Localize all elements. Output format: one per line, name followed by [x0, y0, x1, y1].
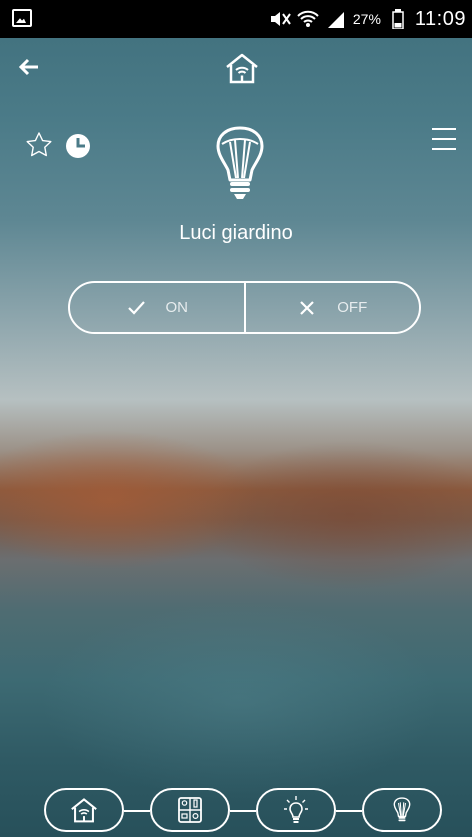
- wifi-icon: [297, 9, 319, 29]
- mute-icon: [269, 9, 291, 29]
- nav-devices-button[interactable]: [150, 788, 230, 832]
- home-button[interactable]: [222, 48, 262, 88]
- background-blur: [40, 600, 440, 800]
- nav-home-button[interactable]: [44, 788, 124, 832]
- off-button[interactable]: OFF: [246, 283, 420, 332]
- nav-connector: [124, 810, 150, 812]
- status-time: 11:09: [414, 7, 466, 30]
- favorite-button[interactable]: [24, 130, 54, 160]
- lightbulb-icon: [393, 797, 411, 822]
- battery-percent: 27%: [352, 11, 381, 27]
- on-off-toggle: ON OFF: [68, 281, 421, 334]
- nav-bulb-button[interactable]: [362, 788, 442, 832]
- check-icon: [127, 300, 145, 315]
- off-label: OFF: [337, 299, 368, 316]
- menu-button[interactable]: [428, 124, 464, 158]
- hamburger-menu-icon: [432, 128, 456, 150]
- device-name: Luci giardino: [179, 222, 293, 244]
- lightbulb-icon: [210, 122, 270, 202]
- nav-lights-button[interactable]: [256, 788, 336, 832]
- nav-connector: [230, 810, 256, 812]
- on-label: ON: [165, 299, 189, 316]
- breadcrumb-nav: [44, 788, 444, 834]
- schedule-button[interactable]: [64, 132, 94, 162]
- x-icon: [300, 300, 315, 315]
- battery-icon: [387, 9, 409, 29]
- clock-icon: [66, 134, 90, 158]
- arrow-left-icon: [18, 58, 38, 76]
- back-button[interactable]: [14, 52, 44, 82]
- home-wifi-icon: [226, 53, 258, 84]
- gallery-icon: [12, 9, 32, 27]
- status-bar: 27% 11:09: [0, 0, 472, 38]
- nav-connector: [336, 810, 362, 812]
- status-icons: 27% 11:09: [269, 0, 466, 38]
- switch-panel-icon: [178, 797, 202, 823]
- app-screen: 27% 11:09 Luci giardino ON OFF: [0, 0, 472, 837]
- top-bar: [0, 38, 472, 98]
- star-icon: [26, 132, 52, 157]
- on-button[interactable]: ON: [70, 283, 244, 332]
- light-idea-icon: [284, 796, 308, 823]
- background-blur: [200, 440, 472, 590]
- home-wifi-icon: [71, 798, 97, 823]
- signal-icon: [325, 9, 347, 29]
